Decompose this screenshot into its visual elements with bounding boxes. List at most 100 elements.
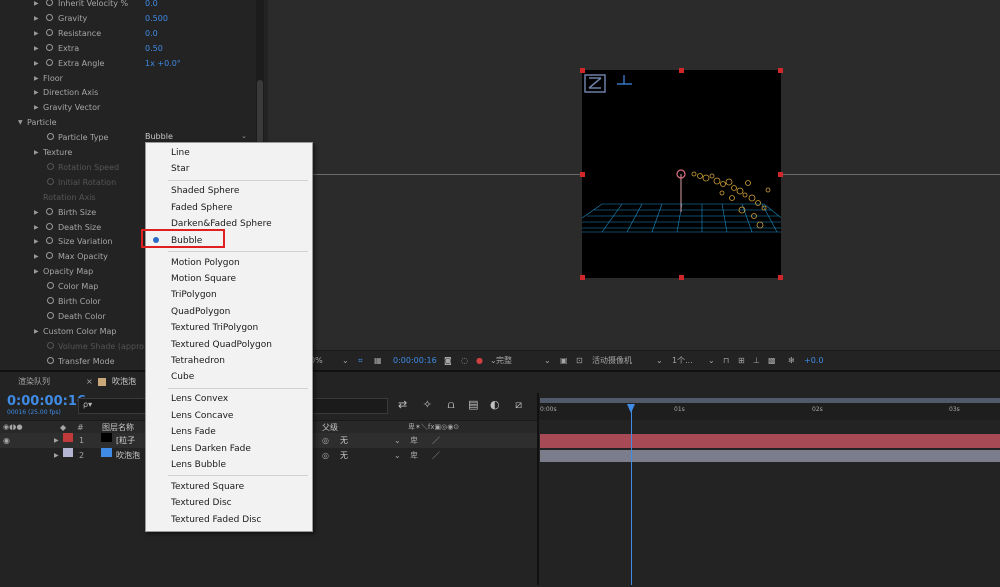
menu-item-tripolygon[interactable]: TriPolygon — [171, 287, 217, 303]
twirl-icon[interactable]: ▶ — [34, 26, 39, 41]
transform-handle[interactable] — [580, 172, 585, 177]
show-snapshot-icon[interactable]: ◌ — [461, 354, 468, 368]
menu-item-line[interactable]: Line — [171, 145, 190, 161]
layer-search-input[interactable]: ρ▾ — [78, 398, 150, 414]
menu-item-textured-square[interactable]: Textured Square — [171, 479, 244, 495]
frame-blending-icon[interactable]: ▤ — [468, 398, 478, 411]
menu-item-lens-fade[interactable]: Lens Fade — [171, 424, 216, 440]
stopwatch-icon[interactable] — [47, 282, 54, 290]
twirl-icon[interactable]: ▶ — [54, 448, 59, 463]
tab-render-queue[interactable]: 渲染队列 — [18, 375, 50, 389]
property-value[interactable]: 1x +0.0° — [145, 56, 181, 71]
stopwatch-icon[interactable] — [47, 356, 54, 364]
label-color-chip[interactable] — [63, 448, 73, 457]
stopwatch-icon[interactable] — [46, 0, 53, 6]
transform-handle[interactable] — [778, 68, 783, 73]
menu-item-lens-darken-fade[interactable]: Lens Darken Fade — [171, 441, 251, 457]
composition-canvas[interactable] — [561, 68, 800, 280]
property-value[interactable]: 0.0 — [145, 26, 158, 41]
parent-select[interactable]: 无 — [340, 433, 348, 448]
menu-item-textured-disc[interactable]: Textured Disc — [171, 495, 232, 511]
color-channel-icon[interactable]: ● — [476, 354, 483, 368]
exposure-icon[interactable]: ✻ — [788, 354, 795, 368]
twirl-icon[interactable]: ▼ — [18, 115, 23, 130]
transform-handle[interactable] — [580, 275, 585, 280]
twirl-icon[interactable]: ▶ — [34, 71, 39, 86]
chevron-down-icon[interactable]: ⌄ — [394, 433, 401, 448]
stopwatch-icon[interactable] — [46, 43, 53, 51]
twirl-icon[interactable]: ▶ — [34, 11, 39, 26]
pickwhip-icon[interactable]: ◎ — [322, 448, 329, 463]
comp-mini-flowchart-icon[interactable]: ⇄ — [398, 398, 407, 411]
stopwatch-icon[interactable] — [47, 297, 54, 304]
transform-handle[interactable] — [679, 68, 684, 73]
layer-name[interactable]: 吹泡泡 — [116, 448, 140, 463]
menu-item-tetrahedron[interactable]: Tetrahedron — [171, 353, 225, 369]
visibility-eye-icon[interactable]: ◉ — [3, 433, 10, 448]
property-value[interactable]: 0.500 — [145, 11, 168, 26]
toggle-pixel-icon[interactable]: ⊡ — [576, 354, 583, 368]
transform-handle[interactable] — [778, 172, 783, 177]
twirl-icon[interactable]: ▶ — [34, 56, 39, 71]
fast-preview-icon[interactable]: ▣ — [560, 354, 568, 368]
twirl-icon[interactable]: ▶ — [34, 324, 39, 339]
playhead-line[interactable] — [631, 404, 632, 585]
twirl-icon[interactable]: ▶ — [34, 85, 39, 100]
layer-bar-1[interactable] — [540, 434, 1000, 448]
transform-handle[interactable] — [580, 68, 585, 73]
twirl-icon[interactable]: ▶ — [34, 264, 39, 279]
twirl-icon[interactable]: ▶ — [34, 220, 39, 235]
stopwatch-icon[interactable] — [47, 162, 54, 170]
chevron-down-icon[interactable]: ⌄ — [342, 354, 349, 368]
stopwatch-icon[interactable] — [47, 341, 54, 349]
close-icon[interactable]: × — [86, 375, 93, 389]
twirl-icon[interactable]: ▶ — [34, 234, 39, 249]
render-icon[interactable]: ▩ — [768, 354, 776, 368]
chevron-down-icon[interactable]: ⌄ — [394, 448, 401, 463]
effect-property-row[interactable]: ▶ Gravity 0.500 — [0, 11, 268, 26]
stopwatch-icon[interactable] — [46, 28, 53, 36]
stopwatch-icon[interactable] — [46, 237, 53, 245]
effect-property-row[interactable]: ▼ Particle — [0, 115, 268, 130]
shy-switch-icon[interactable]: 卑 — [410, 448, 418, 463]
stopwatch-icon[interactable] — [47, 133, 54, 141]
transparency-grid-icon[interactable]: ▦ — [374, 354, 382, 368]
pickwhip-icon[interactable]: ◎ — [322, 433, 329, 448]
tab-composition[interactable]: 吹泡泡 — [112, 375, 136, 389]
region-icon[interactable]: ⌗ — [358, 354, 363, 368]
current-time[interactable]: 0:00:00:16 — [393, 354, 437, 368]
property-value[interactable]: 0.0 — [145, 0, 158, 11]
resolution-select[interactable]: 完整 — [496, 354, 512, 368]
menu-item-textured-tripolygon[interactable]: Textured TriPolygon — [171, 320, 258, 336]
flowchart-icon[interactable]: ⊥ — [753, 354, 760, 368]
twirl-icon[interactable]: ▶ — [54, 433, 59, 448]
twirl-icon[interactable]: ▶ — [34, 249, 39, 264]
effect-property-row[interactable]: ▶ Extra 0.50 — [0, 41, 268, 56]
menu-item-lens-bubble[interactable]: Lens Bubble — [171, 457, 226, 473]
exposure-value[interactable]: +0.0 — [804, 354, 823, 368]
shy-icon[interactable]: ⩍ — [447, 398, 454, 411]
menu-item-shaded-sphere[interactable]: Shaded Sphere — [171, 183, 239, 199]
label-color-chip[interactable] — [63, 433, 73, 442]
layer-bar-2[interactable] — [540, 450, 1000, 462]
twirl-icon[interactable]: ▶ — [34, 145, 39, 160]
effect-property-row[interactable]: ▶ Direction Axis — [0, 85, 268, 100]
stopwatch-icon[interactable] — [47, 177, 54, 185]
camera-select[interactable]: 活动摄像机 — [592, 354, 632, 368]
chevron-down-icon[interactable]: ⌄ — [656, 354, 663, 368]
shy-switch-icon[interactable]: 卑 — [410, 433, 418, 448]
playhead-handle[interactable] — [627, 404, 635, 413]
chevron-down-icon[interactable]: ⌄ — [708, 354, 715, 368]
view-layout-select[interactable]: 1个... — [672, 354, 693, 368]
effect-property-row[interactable]: ▶ Resistance 0.0 — [0, 26, 268, 41]
menu-item-faded-sphere[interactable]: Faded Sphere — [171, 200, 232, 216]
quality-switch-icon[interactable]: ／ — [432, 448, 440, 463]
timeline-timecode[interactable]: 0:00:00:16 — [7, 394, 86, 409]
transform-handle[interactable] — [679, 275, 684, 280]
transform-handle[interactable] — [778, 275, 783, 280]
menu-item-cube[interactable]: Cube — [171, 369, 194, 385]
menu-item-motion-square[interactable]: Motion Square — [171, 271, 236, 287]
motion-blur-icon[interactable]: ◐ — [490, 398, 500, 411]
menu-item-star[interactable]: Star — [171, 161, 189, 177]
graph-editor-icon[interactable]: ⧄ — [515, 398, 522, 411]
